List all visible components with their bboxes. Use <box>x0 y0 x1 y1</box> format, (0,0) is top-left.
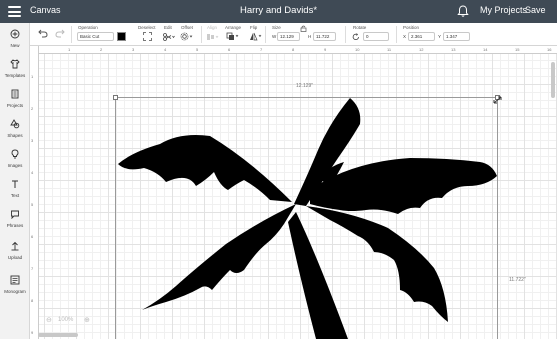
horizontal-scrollbar[interactable] <box>38 333 78 337</box>
zoom-out-icon[interactable]: ⊖ <box>46 316 52 324</box>
zoom-in-icon[interactable]: ⊕ <box>84 316 90 324</box>
resize-handle-tl[interactable] <box>113 95 118 100</box>
selection-box[interactable] <box>113 95 500 339</box>
zoom-control: ⊖ 100% ⊕ <box>46 316 96 328</box>
vertical-scrollbar[interactable] <box>551 62 555 98</box>
resize-arrow-icon[interactable] <box>492 95 504 105</box>
height-dimension: 11.722" <box>509 277 526 283</box>
width-dimension: 12.129" <box>296 83 314 89</box>
zoom-level: 100% <box>58 317 74 323</box>
